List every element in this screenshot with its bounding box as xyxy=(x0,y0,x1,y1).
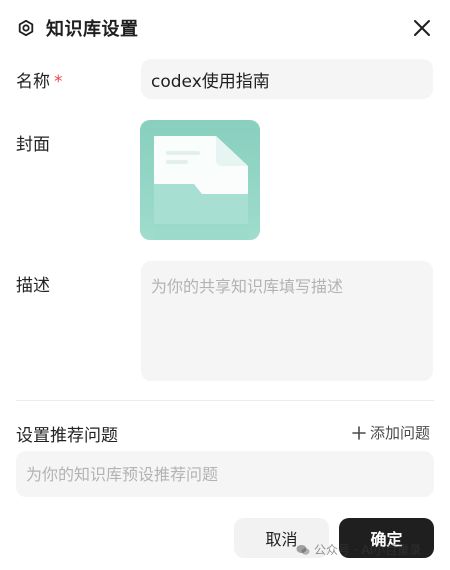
name-label-text: 名称 xyxy=(16,72,50,92)
divider xyxy=(16,400,434,401)
required-mark: * xyxy=(54,72,63,92)
settings-gear-icon xyxy=(16,18,36,38)
add-question-button[interactable]: 添加问题 xyxy=(352,422,430,443)
name-label: 名称 * xyxy=(16,67,63,92)
document-folder-illustration xyxy=(154,136,248,240)
description-label: 描述 xyxy=(16,276,50,296)
recommended-question-input[interactable] xyxy=(16,451,434,497)
plus-icon xyxy=(352,425,366,440)
confirm-button[interactable]: 确定 xyxy=(339,518,434,558)
description-textarea[interactable] xyxy=(141,261,433,381)
cancel-button[interactable]: 取消 xyxy=(234,518,329,558)
cover-label: 封面 xyxy=(16,135,50,155)
knowledge-base-settings-dialog: 知识库设置 名称* 封面 描述 设置推荐问题 xyxy=(0,0,450,570)
close-icon[interactable] xyxy=(410,16,434,40)
name-input[interactable] xyxy=(141,59,433,99)
dialog-header: 知识库设置 xyxy=(16,14,434,42)
recommended-questions-label: 设置推荐问题 xyxy=(16,426,118,446)
cover-image[interactable] xyxy=(140,120,260,240)
dialog-title: 知识库设置 xyxy=(46,19,139,40)
add-question-label: 添加问题 xyxy=(369,424,430,442)
